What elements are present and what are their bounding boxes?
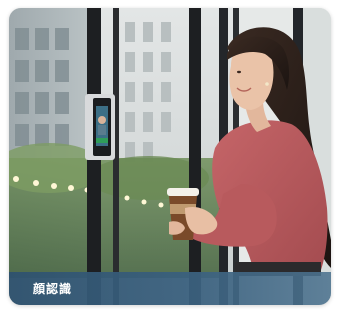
caption-bar: 顔認識 [9, 272, 331, 305]
card-caption: 顔認識 [33, 282, 73, 296]
feature-card[interactable]: 顔認識 [9, 8, 331, 305]
face-recognition-photo [9, 8, 331, 305]
